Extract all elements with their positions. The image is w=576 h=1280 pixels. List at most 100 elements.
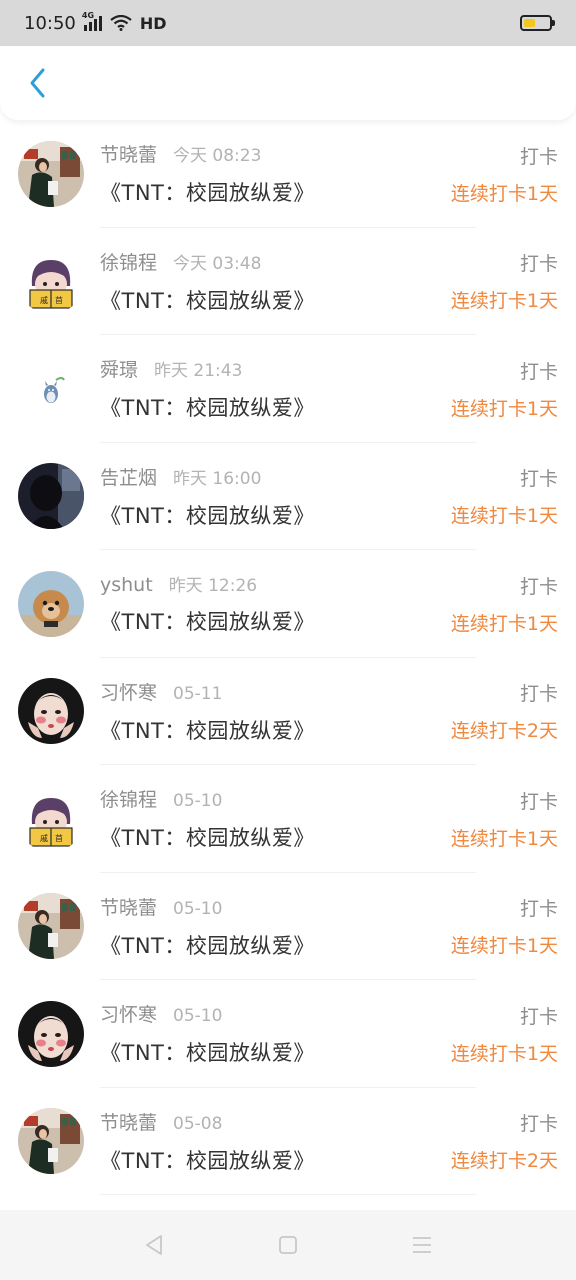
avatar[interactable] bbox=[18, 678, 84, 745]
item-right: 打卡 连续打卡2天 bbox=[451, 1109, 558, 1173]
feed-item[interactable]: 节晓蕾 05-10 《TNT：校园放纵爱》 打卡 连续打卡1天 bbox=[0, 873, 576, 981]
book-title[interactable]: 《TNT：校园放纵爱》 bbox=[100, 715, 451, 745]
post-time: 05-11 bbox=[173, 683, 223, 704]
back-button[interactable] bbox=[18, 63, 58, 103]
photo-girl-street-avatar-image bbox=[18, 1108, 84, 1175]
avatar[interactable] bbox=[18, 355, 84, 422]
nav-home-button[interactable] bbox=[276, 1233, 300, 1257]
item-body: 告芷烟 昨天 16:00 《TNT：校园放纵爱》 bbox=[100, 463, 451, 530]
home-square-icon bbox=[279, 1236, 297, 1254]
book-title[interactable]: 《TNT：校园放纵爱》 bbox=[100, 822, 451, 852]
svg-text:苜: 苜 bbox=[55, 295, 63, 305]
streak-label: 连续打卡2天 bbox=[450, 1150, 558, 1173]
item-right: 打卡连续打卡1天 bbox=[451, 249, 558, 313]
avatar[interactable] bbox=[18, 140, 84, 207]
feed-item[interactable]: 舜璟 昨天 21:43 《TNT：校园放纵爱》 打卡 连续打卡1天 bbox=[0, 335, 576, 443]
meta-row: 徐锦程 05-10 bbox=[100, 785, 451, 812]
battery-icon bbox=[520, 15, 555, 31]
cartoon-reader-avatar-image: 戚 苜 bbox=[18, 785, 84, 852]
user-name[interactable]: 节晓蕾 bbox=[100, 140, 157, 167]
photo-girl-street-avatar-image bbox=[18, 140, 84, 207]
svg-text:戚: 戚 bbox=[40, 833, 48, 843]
feed-item[interactable]: 节晓蕾 05-08 《TNT：校园放纵爱》 打卡 连续打卡2天 bbox=[0, 1088, 576, 1196]
avatar[interactable] bbox=[18, 1000, 84, 1067]
feed-item[interactable]: 告芷烟 昨天 16:00 《TNT：校园放纵爱》 打卡 连续打卡1天 bbox=[0, 443, 576, 551]
feed-item[interactable]: 节晓蕾 今天 08:23 《TNT：校园放纵爱》 打卡 连续打卡1天 bbox=[0, 120, 576, 228]
user-name[interactable]: 舜璟 bbox=[100, 355, 138, 382]
avatar[interactable] bbox=[18, 893, 84, 960]
streak-label: 连续打卡1天 bbox=[450, 290, 558, 313]
meta-row: 节晓蕾 05-08 bbox=[100, 1108, 451, 1135]
streak-label: 连续打卡1天 bbox=[450, 505, 558, 528]
avatar[interactable]: 戚 苜 bbox=[18, 785, 84, 852]
avatar[interactable]: 戚 苜 bbox=[18, 248, 84, 315]
user-name[interactable]: 节晓蕾 bbox=[100, 1108, 157, 1135]
book-title[interactable]: 《TNT：校园放纵爱》 bbox=[100, 285, 451, 315]
item-body: 节晓蕾 今天 08:23 《TNT：校园放纵爱》 bbox=[100, 140, 451, 207]
book-title[interactable]: 《TNT：校园放纵爱》 bbox=[100, 500, 451, 530]
header bbox=[0, 46, 576, 120]
status-bar: 10:50 4G HD bbox=[0, 0, 576, 46]
streak-label: 连续打卡1天 bbox=[450, 935, 558, 958]
user-name[interactable]: 徐锦程 bbox=[100, 785, 157, 812]
checkin-label: 打卡 bbox=[519, 145, 558, 168]
status-time: 10:50 bbox=[24, 12, 76, 34]
item-body: 节晓蕾 05-08 《TNT：校园放纵爱》 bbox=[100, 1108, 451, 1175]
item-right: 打卡连续打卡1天 bbox=[451, 464, 558, 528]
checkin-label: 打卡 bbox=[519, 575, 558, 598]
item-body: 节晓蕾 05-10 《TNT：校园放纵爱》 bbox=[100, 893, 451, 960]
book-title[interactable]: 《TNT：校园放纵爱》 bbox=[100, 392, 451, 422]
avatar[interactable] bbox=[18, 570, 84, 637]
feed-item[interactable]: 习怀寒 05-10 《TNT：校园放纵爱》 打卡 连续打卡1天 bbox=[0, 980, 576, 1088]
streak-label: 连续打卡1天 bbox=[450, 827, 558, 850]
checkin-feed-list: 节晓蕾 今天 08:23 《TNT：校园放纵爱》 打卡 连续打卡1天 戚 苜 徐锦程 今天… bbox=[0, 120, 576, 1195]
photo-girl-face-avatar-image bbox=[18, 678, 84, 745]
book-title[interactable]: 《TNT：校园放纵爱》 bbox=[100, 930, 451, 960]
meta-row: 节晓蕾 今天 08:23 bbox=[100, 140, 451, 167]
checkin-label: 打卡 bbox=[519, 683, 558, 706]
post-time: 05-10 bbox=[173, 898, 223, 919]
book-title[interactable]: 《TNT：校园放纵爱》 bbox=[100, 1145, 451, 1175]
post-time: 今天 03:48 bbox=[173, 253, 262, 274]
avatar[interactable] bbox=[18, 1108, 84, 1175]
streak-label: 连续打卡1天 bbox=[450, 612, 558, 635]
feed-item[interactable]: yshut 昨天 12:26 《TNT：校园放纵爱》 打卡 连续打卡1天 bbox=[0, 550, 576, 658]
feed-item[interactable]: 戚 苜 徐锦程 今天 03:48 《TNT：校园放纵爱》 打卡 连续打卡1天 bbox=[0, 228, 576, 336]
svg-text:戚: 戚 bbox=[40, 295, 48, 305]
hd-indicator: HD bbox=[139, 13, 167, 33]
back-triangle-icon bbox=[146, 1235, 162, 1255]
item-right: 打卡连续打卡1天 bbox=[451, 142, 558, 206]
photo-dog-avatar-image bbox=[18, 570, 84, 637]
battery-fill bbox=[524, 19, 535, 27]
network-type: 4G bbox=[81, 11, 95, 20]
book-title[interactable]: 《TNT：校园放纵爱》 bbox=[100, 177, 451, 207]
user-name[interactable]: 徐锦程 bbox=[100, 248, 157, 275]
item-right: 打卡 连续打卡1天 bbox=[451, 894, 558, 958]
post-time: 今天 08:23 bbox=[173, 146, 262, 167]
item-body: 习怀寒 05-10 《TNT：校园放纵爱》 bbox=[100, 1000, 451, 1067]
feed-item[interactable]: 习怀寒 05-11 《TNT：校园放纵爱》 打卡 连续打卡2天 bbox=[0, 658, 576, 766]
book-title[interactable]: 《TNT：校园放纵爱》 bbox=[100, 606, 451, 636]
avatar[interactable] bbox=[18, 463, 84, 530]
wifi-icon bbox=[110, 15, 132, 31]
user-name[interactable]: 习怀寒 bbox=[100, 1000, 157, 1027]
item-right: 打卡连续打卡1天 bbox=[451, 572, 558, 636]
user-name[interactable]: yshut bbox=[100, 574, 153, 596]
checkin-label: 打卡 bbox=[519, 790, 558, 813]
feed-item[interactable]: 戚 苜 徐锦程 05-10 《TNT：校园放纵爱》 打卡连续打卡1天 bbox=[0, 765, 576, 873]
nav-back-button[interactable] bbox=[142, 1233, 166, 1257]
user-name[interactable]: 节晓蕾 bbox=[100, 893, 157, 920]
streak-label: 连续打卡1天 bbox=[450, 182, 558, 205]
photo-dark-hair-avatar-image bbox=[18, 463, 84, 530]
book-title[interactable]: 《TNT：校园放纵爱》 bbox=[100, 1037, 451, 1067]
item-right: 打卡 连续打卡1天 bbox=[451, 1002, 558, 1066]
checkin-label: 打卡 bbox=[519, 468, 558, 491]
post-time: 05-10 bbox=[173, 1006, 223, 1027]
meta-row: 舜璟 昨天 21:43 bbox=[100, 355, 451, 382]
nav-menu-button[interactable] bbox=[410, 1233, 434, 1257]
item-body: 徐锦程 05-10 《TNT：校园放纵爱》 bbox=[100, 785, 451, 852]
user-name[interactable]: 告芷烟 bbox=[100, 463, 157, 490]
item-body: yshut 昨天 12:26 《TNT：校园放纵爱》 bbox=[100, 571, 451, 636]
checkin-label: 打卡 bbox=[519, 253, 558, 276]
user-name[interactable]: 习怀寒 bbox=[100, 678, 157, 705]
